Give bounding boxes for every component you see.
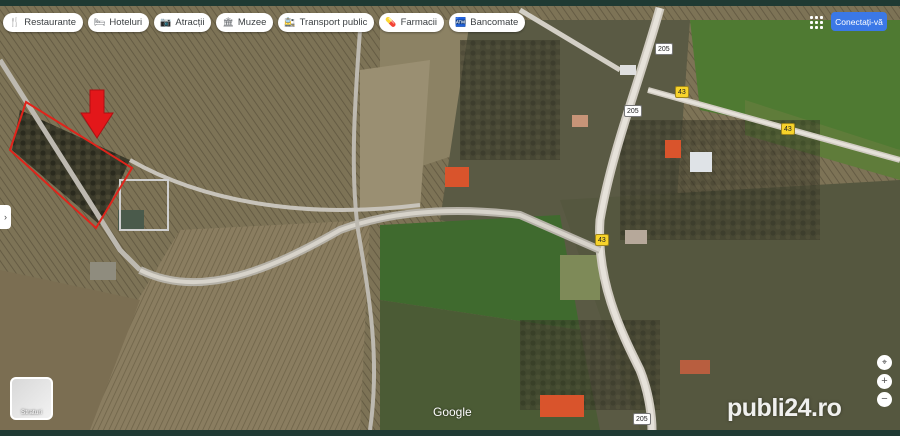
sign-in-button[interactable]: Conectați-vă (831, 12, 887, 31)
location-button[interactable]: ⌖ (877, 355, 892, 370)
road-number: 205 (658, 45, 670, 53)
zoom-out-button[interactable]: − (877, 392, 892, 407)
road-number: 43 (598, 236, 606, 244)
chip-bancomate[interactable]: 🏧 Bancomate (449, 13, 526, 32)
chip-label: Restaurante (24, 17, 76, 28)
road-shield-205: 205 (655, 43, 673, 55)
chip-label: Muzee (237, 17, 267, 28)
fork-knife-icon: 🍴 (9, 17, 21, 27)
satellite-imagery (0, 6, 900, 430)
map-frame: 205 43 205 43 43 205 🍴 Restaurante 🛏 Hotel… (0, 0, 900, 436)
pharmacy-icon: 💊 (385, 17, 397, 27)
road-number: 43 (678, 88, 686, 96)
publi24-watermark: publi24.ro (727, 394, 842, 422)
road-shield-43: 43 (595, 234, 609, 246)
road-number: 205 (627, 107, 639, 115)
atm-icon: 🏧 (455, 17, 467, 27)
chip-label: Hoteluri (109, 17, 143, 28)
chip-muzee[interactable]: 🏛 Muzee (216, 13, 274, 32)
layers-label: Straturi (21, 409, 42, 416)
crosshair-icon: ⌖ (881, 357, 888, 367)
category-chips: 🍴 Restaurante 🛏 Hoteluri 📷 Atracții 🏛 Muzee … (3, 13, 526, 32)
bed-icon: 🛏 (93, 17, 106, 27)
chip-label: Bancomate (470, 17, 519, 28)
chip-transport-public[interactable]: 🚉 Transport public (278, 13, 375, 32)
chip-hoteluri[interactable]: 🛏 Hoteluri (87, 13, 150, 32)
camera-icon: 📷 (160, 17, 172, 27)
collapse-panel-button[interactable]: › (0, 205, 11, 229)
layers-button[interactable]: Straturi (10, 377, 53, 420)
museum-icon: 🏛 (222, 17, 234, 27)
road-shield-205: 205 (624, 105, 642, 117)
road-number: 205 (636, 415, 648, 423)
chip-label: Atracții (175, 17, 205, 28)
apps-grid-icon[interactable] (806, 13, 826, 31)
chip-atractii[interactable]: 📷 Atracții (154, 13, 212, 32)
chip-farmacii[interactable]: 💊 Farmacii (379, 13, 445, 32)
zoom-in-button[interactable]: + (877, 374, 892, 389)
transit-icon: 🚉 (284, 17, 296, 27)
satellite-map[interactable]: 205 43 205 43 43 205 (0, 6, 900, 430)
chip-label: Transport public (299, 17, 368, 28)
road-number: 43 (784, 125, 792, 133)
road-shield-205: 205 (633, 413, 651, 425)
chip-label: Farmacii (400, 17, 438, 28)
chevron-right-icon: › (4, 212, 7, 222)
road-shield-43: 43 (675, 86, 689, 98)
road-shield-43: 43 (781, 123, 795, 135)
google-attribution: Google (433, 405, 472, 419)
chip-restaurante[interactable]: 🍴 Restaurante (3, 13, 83, 32)
